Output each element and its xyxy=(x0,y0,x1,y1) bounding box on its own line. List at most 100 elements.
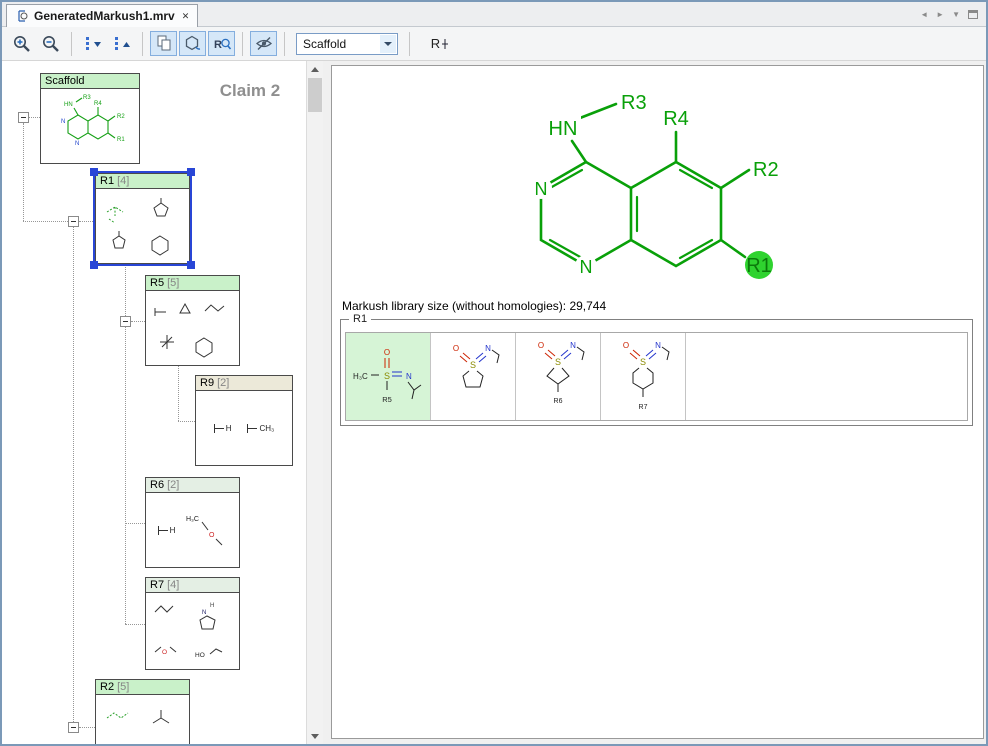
tree-connector-line xyxy=(23,123,24,221)
chevron-down-icon xyxy=(380,35,396,53)
tab-nav-controls: ◄ ► ▼ xyxy=(920,10,978,19)
attachment-bond xyxy=(214,428,224,429)
toolbar-separator xyxy=(284,32,285,56)
tree-connector-line xyxy=(73,227,74,722)
tree-node-r1[interactable]: R1[4] xyxy=(95,173,190,264)
ring-structure-icon xyxy=(183,34,203,53)
svg-text:O: O xyxy=(162,649,167,656)
nav-back-icon[interactable]: ◄ xyxy=(920,10,928,19)
zoom-in-icon xyxy=(12,34,32,54)
svg-text:H₃C: H₃C xyxy=(353,372,368,381)
tree-node-r5[interactable]: R5[5] xyxy=(145,275,240,366)
r1-definitions-box: R1 H₃C S O N xyxy=(340,319,973,426)
scroll-up-button[interactable] xyxy=(307,61,323,77)
selection-handle xyxy=(187,168,195,176)
scaffold-select-value: Scaffold xyxy=(303,37,346,51)
r9-thumbnail: H CH₃ xyxy=(214,424,275,433)
library-size-label: Markush library size (without homologies… xyxy=(342,299,566,313)
node-count: [5] xyxy=(167,277,179,289)
tree-node-r7[interactable]: R7[4] N H O HO xyxy=(145,577,240,670)
r1-definition-1-structure: H₃C S O N R5 xyxy=(351,335,425,419)
svg-text:S: S xyxy=(640,357,646,367)
rgroup-label-r4: R4 xyxy=(663,108,689,130)
selection-handle xyxy=(90,168,98,176)
zoom-out-button[interactable] xyxy=(37,31,64,56)
expander-scaffold[interactable] xyxy=(18,112,29,123)
rgroup-label-r1: R1 xyxy=(746,255,772,277)
markush-scaffold-canvas[interactable]: HN R3 R4 R2 N N R1 xyxy=(332,66,792,296)
svg-text:N: N xyxy=(75,141,79,147)
expand-branch-button[interactable] xyxy=(79,31,106,56)
scroll-down-button[interactable] xyxy=(307,728,323,744)
scroll-up-icon xyxy=(311,63,319,72)
rgroup-label-r2: R2 xyxy=(753,159,779,181)
r1-definition-2-structure: S O N xyxy=(436,335,510,419)
rgroup-definitions-button[interactable]: R xyxy=(423,31,457,56)
selection-handle xyxy=(187,261,195,269)
toolbar-separator xyxy=(409,32,410,56)
svg-text:R6: R6 xyxy=(554,398,563,405)
r1-box-legend: R1 xyxy=(349,313,371,325)
expander-r1[interactable] xyxy=(68,216,79,227)
zoom-in-button[interactable] xyxy=(8,31,35,56)
markush-detail-panel: HN R3 R4 R2 N N R1 Markush library size … xyxy=(331,65,984,739)
tree-node-scaffold[interactable]: Scaffold HN R3 R4 R2 xyxy=(40,73,140,164)
attachment-bond xyxy=(158,530,168,531)
atom-label-hn: HN xyxy=(549,118,578,140)
node-count: [4] xyxy=(117,175,129,187)
svg-text:O: O xyxy=(453,344,459,353)
r1-definition-4[interactable]: S O N R7 xyxy=(601,333,686,420)
node-count: [4] xyxy=(167,579,179,591)
hide-homologies-button[interactable] xyxy=(250,31,277,56)
toolbar-separator xyxy=(242,32,243,56)
r1-definitions-row: H₃C S O N R5 S xyxy=(345,332,968,421)
svg-text:O: O xyxy=(209,532,215,539)
tree-connector-line xyxy=(23,221,68,222)
r1-definition-1[interactable]: H₃C S O N R5 xyxy=(346,333,431,420)
svg-text:O: O xyxy=(623,341,629,350)
scaffold-select[interactable]: Scaffold xyxy=(296,33,398,55)
show-structures-button[interactable] xyxy=(150,31,177,56)
close-icon[interactable]: ✕ xyxy=(182,11,190,22)
rgroup-query-button[interactable]: R xyxy=(208,31,235,56)
scrollbar-thumb[interactable] xyxy=(308,78,322,112)
tab-title: GeneratedMarkush1.mrv xyxy=(34,9,175,23)
tab-list-menu-icon[interactable]: ▼ xyxy=(952,10,960,19)
tab-bar: GeneratedMarkush1.mrv ✕ ◄ ► ▼ xyxy=(2,2,986,27)
fragment-label: H xyxy=(226,424,232,433)
document-tab[interactable]: GeneratedMarkush1.mrv ✕ xyxy=(6,4,198,27)
collapse-branch-button[interactable] xyxy=(108,31,135,56)
node-label: R5 xyxy=(150,277,164,289)
r5-thumbnail xyxy=(147,292,238,364)
content-area: Claim 2 Scaffold xyxy=(2,61,986,744)
svg-text:S: S xyxy=(555,357,561,367)
tree-node-r2[interactable]: R2[5] xyxy=(95,679,190,744)
show-scaffold-view-button[interactable] xyxy=(179,31,206,56)
rgroup-label-r3: R3 xyxy=(621,92,647,114)
svg-text:S: S xyxy=(384,371,390,381)
fragment-label: CH₃ xyxy=(259,424,274,433)
svg-text:N: N xyxy=(655,341,661,350)
tree-connector-line xyxy=(79,221,95,222)
claim-label: Claim 2 xyxy=(200,81,300,101)
library-size-text: Markush library size (without homologies… xyxy=(342,299,606,313)
node-label: Scaffold xyxy=(45,75,85,87)
svg-text:R1: R1 xyxy=(117,137,125,143)
restore-window-icon[interactable] xyxy=(968,10,978,19)
atom-label-n: N xyxy=(580,257,593,277)
eye-slash-icon xyxy=(254,34,274,53)
node-label: R9 xyxy=(200,377,214,389)
r1-definition-3[interactable]: S O N R6 xyxy=(516,333,601,420)
tree-node-r9[interactable]: R9[2] H CH₃ xyxy=(195,375,293,466)
r1-definition-2[interactable]: S O N xyxy=(431,333,516,420)
rgroup-query-icon: R xyxy=(212,34,232,53)
nav-forward-icon[interactable]: ► xyxy=(936,10,944,19)
tree-node-r6[interactable]: R6[2] H H₃C O xyxy=(145,477,240,568)
expander-r2[interactable] xyxy=(68,722,79,733)
node-count: [2] xyxy=(217,377,229,389)
expander-r5[interactable] xyxy=(120,316,131,327)
svg-text:H: H xyxy=(210,603,214,609)
svg-text:N: N xyxy=(202,610,206,616)
node-count: [2] xyxy=(167,479,179,491)
tree-scrollbar[interactable] xyxy=(306,61,323,744)
